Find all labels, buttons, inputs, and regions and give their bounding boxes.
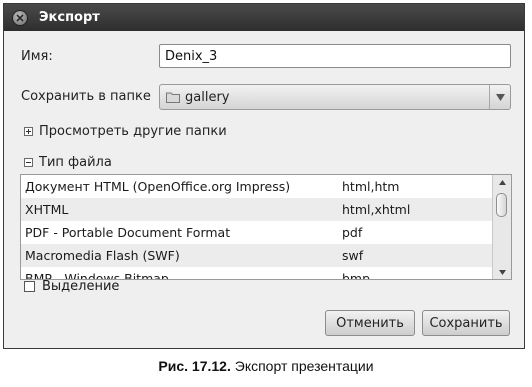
scroll-down-arrow-icon[interactable] [493,265,511,279]
save-folder-value: gallery [185,89,230,105]
file-type-name: Macromedia Flash (SWF) [25,248,180,263]
file-type-expander[interactable]: Тип файла [24,155,112,170]
caption-text: Экспорт презентации [234,358,374,374]
save-folder-combo[interactable]: gallery [159,84,511,110]
collapse-minus-icon [24,158,33,167]
selection-label: Выделение [42,279,120,294]
save-button[interactable]: Сохранить [422,310,510,336]
browse-other-folders-expander[interactable]: Просмотреть другие папки [24,124,227,139]
window-title: Экспорт [39,10,100,25]
table-row[interactable]: Macromedia Flash (SWF) swf [21,244,492,267]
chevron-down-icon[interactable] [489,85,510,109]
expand-plus-icon [24,127,33,136]
file-type-name: Документ HTML (OpenOffice.org Impress) [25,179,291,194]
export-dialog: Экспорт Имя: Сохранить в папке gallery П… [3,3,525,349]
close-window-button[interactable] [12,9,28,26]
file-type-ext: swf [342,248,364,263]
scroll-up-arrow-icon[interactable] [493,175,511,189]
caption-prefix: Рис. 17.12. [158,358,231,374]
name-input[interactable] [159,44,511,68]
cancel-button[interactable]: Отменить [325,310,415,336]
file-type-list: Документ HTML (OpenOffice.org Impress) h… [20,174,512,280]
browse-other-folders-label: Просмотреть другие папки [39,124,227,139]
file-type-label: Тип файла [39,155,112,170]
table-row[interactable]: PDF - Portable Document Format pdf [21,221,492,244]
file-type-ext: pdf [342,225,363,240]
file-type-name: XHTML [25,202,69,217]
list-scrollbar[interactable] [492,175,511,279]
figure-caption: Рис. 17.12. Экспорт презентации [0,358,532,374]
selection-checkbox[interactable] [24,281,35,292]
file-type-ext: html,xhtml [342,202,411,217]
titlebar: Экспорт [4,4,524,31]
table-row[interactable]: Документ HTML (OpenOffice.org Impress) h… [21,175,492,198]
table-row[interactable]: XHTML html,xhtml [21,198,492,221]
file-type-ext: html,htm [342,179,400,194]
folder-label: Сохранить в папке [21,89,151,104]
name-label: Имя: [21,49,53,64]
scrollbar-thumb[interactable] [496,193,507,217]
file-type-ext: bmp [342,271,371,280]
close-icon [16,13,24,22]
file-type-name: PDF - Portable Document Format [25,225,231,240]
selection-checkbox-row[interactable]: Выделение [24,279,119,294]
folder-icon [166,91,180,103]
